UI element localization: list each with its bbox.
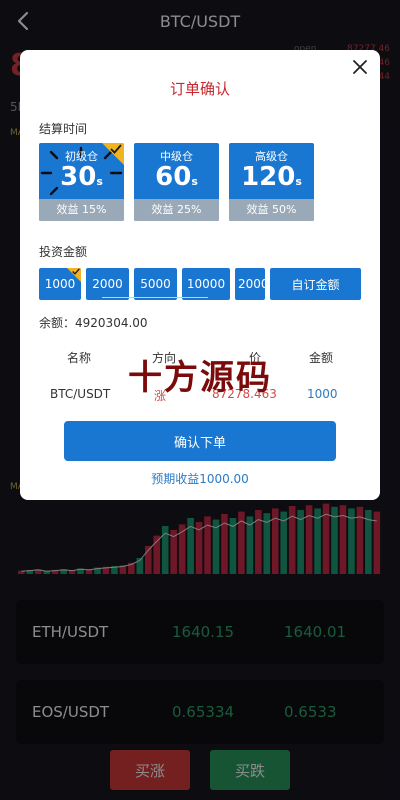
balance-value: 4920304.00 xyxy=(75,316,148,330)
settle-seconds: 120s xyxy=(241,162,302,192)
settle-yield: 效益 25% xyxy=(134,199,219,221)
settle-seconds: 60s xyxy=(155,162,198,192)
balance-line: 余额：4920304.00 xyxy=(39,314,148,331)
invest-amount-label: 投资金额 xyxy=(39,245,88,259)
order-confirm-dialog: 订单确认 结算时间 初级仓 30s 效益 15% 中级仓 60s 效益 25% … xyxy=(20,50,380,500)
dialog-title: 订单确认 xyxy=(169,80,230,98)
checkmark-icon xyxy=(72,268,80,275)
checkmark-icon xyxy=(110,144,122,154)
close-icon[interactable] xyxy=(352,59,368,75)
amount-scroll-indicator xyxy=(102,297,208,298)
header-amount: 金额 xyxy=(309,351,334,365)
order-name: BTC/USDT xyxy=(50,387,111,401)
settle-seconds: 30s xyxy=(60,162,103,192)
amount-option-10000[interactable]: 10000 xyxy=(182,268,230,300)
settle-option-basic[interactable]: 初级仓 30s 效益 15% xyxy=(39,143,124,221)
settle-time-label: 结算时间 xyxy=(39,122,88,136)
amount-option-1000[interactable]: 1000 xyxy=(39,268,81,300)
settle-option-mid[interactable]: 中级仓 60s 效益 25% xyxy=(134,143,219,221)
amount-option-2000[interactable]: 2000 xyxy=(86,268,129,300)
expected-profit: 预期收益1000.00 xyxy=(151,472,249,486)
header-name: 名称 xyxy=(67,351,92,365)
settle-yield: 效益 15% xyxy=(39,199,124,221)
amount-option-more[interactable]: 2000 xyxy=(235,268,265,300)
custom-amount-button[interactable]: 自订金额 xyxy=(270,268,361,300)
settle-yield: 效益 50% xyxy=(229,199,314,221)
balance-label: 余额： xyxy=(39,316,76,330)
watermark-text: 十方源码 xyxy=(128,358,272,398)
settle-option-high[interactable]: 高级仓 120s 效益 50% xyxy=(229,143,314,221)
order-amount: 1000 xyxy=(307,387,338,401)
confirm-order-button[interactable]: 确认下单 xyxy=(64,421,336,461)
amount-option-5000[interactable]: 5000 xyxy=(134,268,177,300)
